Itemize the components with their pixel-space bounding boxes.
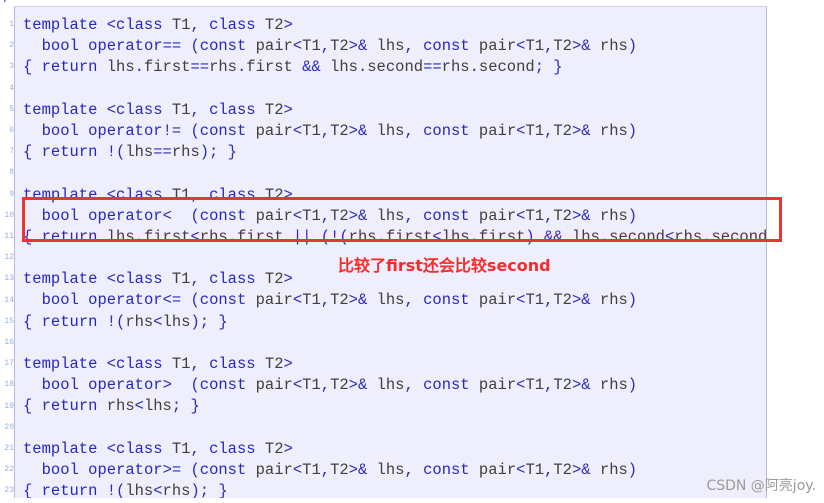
code-line: { return !(lhs<rhs); } xyxy=(23,482,228,498)
annotation-text: 比较了first还会比较second xyxy=(338,256,551,275)
line-number: 8 xyxy=(9,168,14,178)
line-number: 7 xyxy=(9,147,14,157)
clipped-glyph-fragment: 7 xyxy=(2,0,12,4)
code-line: template <class T1, class T2> xyxy=(23,185,293,204)
line-number: 12 xyxy=(4,253,14,263)
code-line: bool operator== (const pair<T1,T2>& lhs,… xyxy=(41,37,638,56)
line-number: 18 xyxy=(4,380,14,390)
line-number: 17 xyxy=(4,359,14,369)
line-number: 13 xyxy=(4,274,14,284)
code-line: { return lhs.first<rhs.first || (!(rhs.f… xyxy=(23,227,767,246)
line-number: 10 xyxy=(4,210,14,220)
line-number: 21 xyxy=(4,444,14,453)
line-number: 2 xyxy=(9,41,14,51)
code-line: { return !(lhs==rhs); } xyxy=(23,143,237,162)
line-number: 5 xyxy=(9,104,14,114)
code-line: bool operator<= (const pair<T1,T2>& lhs,… xyxy=(41,291,638,310)
code-line: bool operator< (const pair<T1,T2>& lhs, … xyxy=(41,206,638,225)
line-number: 3 xyxy=(9,62,14,72)
line-number: 1 xyxy=(9,20,14,29)
line-number: 22 xyxy=(4,465,14,475)
line-number: 23 xyxy=(4,486,14,496)
code-line: { return lhs.first==rhs.first && lhs.sec… xyxy=(23,58,563,77)
line-number: 6 xyxy=(9,126,14,135)
code-line: template <class T1, class T2> xyxy=(23,16,293,34)
code-line: bool operator!= (const pair<T1,T2>& lhs,… xyxy=(41,121,638,140)
line-number: 11 xyxy=(4,232,14,241)
code-line: bool operator> (const pair<T1,T2>& lhs, … xyxy=(41,376,638,395)
line-number: 15 xyxy=(4,316,14,326)
line-number: 19 xyxy=(4,401,14,411)
csdn-watermark: CSDN @阿亮joy. xyxy=(706,478,816,494)
line-number: 20 xyxy=(4,422,14,432)
code-line: template <class T1, class T2> xyxy=(23,355,293,373)
code-line: { return !(rhs<lhs); } xyxy=(23,312,228,331)
code-line: { return rhs<lhs; } xyxy=(23,397,200,416)
line-number: 4 xyxy=(9,83,14,93)
line-number: 16 xyxy=(4,338,14,347)
code-line: template <class T1, class T2> xyxy=(23,100,293,119)
line-number: 9 xyxy=(9,189,14,199)
code-line: template <class T1, class T2> xyxy=(23,439,293,458)
line-number-gutter: 1 2 3 4 5 6 7 8 9 10 11 12 13 14 15 16 17 18 19 20 21 22 23 xyxy=(0,6,14,498)
code-line: bool operator>= (const pair<T1,T2>& lhs,… xyxy=(41,460,638,479)
line-number: 14 xyxy=(4,295,14,305)
